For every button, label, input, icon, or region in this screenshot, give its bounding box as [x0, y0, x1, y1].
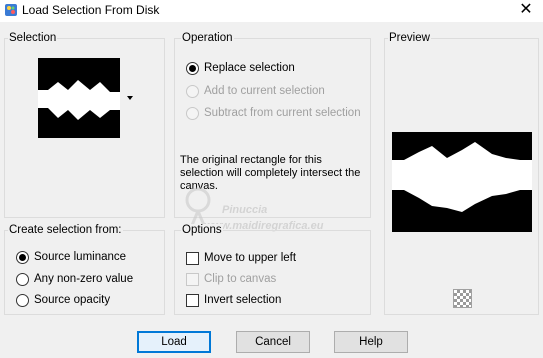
radio-label: Any non-zero value: [34, 273, 134, 285]
radio-button[interactable]: [16, 251, 29, 264]
radio-source-opacity[interactable]: Source opacity: [16, 293, 156, 311]
window-title: Load Selection From Disk: [22, 3, 160, 17]
radio-button[interactable]: [16, 273, 29, 286]
checkbox-label: Move to upper left: [204, 252, 297, 264]
radio-label: Add to current selection: [204, 85, 325, 97]
preview-shape-image: [392, 132, 532, 232]
chevron-down-icon[interactable]: [127, 96, 133, 100]
radio-add-to-selection[interactable]: Add to current selection: [186, 84, 356, 102]
selection-group-label: Selection: [8, 32, 58, 44]
preview-image: [392, 132, 532, 232]
checkbox[interactable]: [186, 273, 199, 286]
create-from-group-label: Create selection from:: [8, 224, 123, 236]
selection-shape-image: [38, 58, 120, 138]
checkbox-invert-selection[interactable]: Invert selection: [186, 293, 356, 311]
checkbox-label: Invert selection: [204, 294, 282, 306]
radio-replace-selection[interactable]: Replace selection: [186, 61, 356, 79]
radio-subtract-from-selection[interactable]: Subtract from current selection: [186, 106, 366, 124]
options-group-label: Options: [181, 224, 223, 236]
radio-any-non-zero[interactable]: Any non-zero value: [16, 272, 156, 290]
checkbox[interactable]: [186, 294, 199, 307]
operation-info-text: The original rectangle for this selectio…: [180, 154, 361, 192]
selection-thumbnail[interactable]: [38, 58, 120, 138]
radio-label: Subtract from current selection: [204, 107, 361, 119]
close-button[interactable]: ✕: [515, 0, 537, 22]
transparency-checker-icon[interactable]: [453, 289, 472, 308]
help-button[interactable]: Help: [334, 331, 408, 353]
load-button[interactable]: Load: [137, 331, 211, 353]
radio-button[interactable]: [186, 62, 199, 75]
radio-label: Source luminance: [34, 251, 127, 263]
radio-button[interactable]: [186, 107, 199, 120]
operation-group-label: Operation: [181, 32, 234, 44]
radio-source-luminance[interactable]: Source luminance: [16, 250, 156, 268]
radio-button[interactable]: [186, 85, 199, 98]
checkbox-clip-to-canvas[interactable]: Clip to canvas: [186, 272, 356, 290]
cancel-button[interactable]: Cancel: [236, 331, 310, 353]
checkbox-label: Clip to canvas: [204, 273, 277, 285]
paint-palette-icon: [5, 4, 17, 16]
checkbox-move-to-upper-left[interactable]: Move to upper left: [186, 251, 356, 269]
checkbox[interactable]: [186, 252, 199, 265]
close-icon: ✕: [519, 1, 533, 18]
radio-label: Source opacity: [34, 294, 111, 306]
title-bar: Load Selection From Disk ✕: [0, 0, 543, 22]
radio-label: Replace selection: [204, 62, 295, 74]
preview-group-label: Preview: [388, 32, 431, 44]
radio-button[interactable]: [16, 294, 29, 307]
